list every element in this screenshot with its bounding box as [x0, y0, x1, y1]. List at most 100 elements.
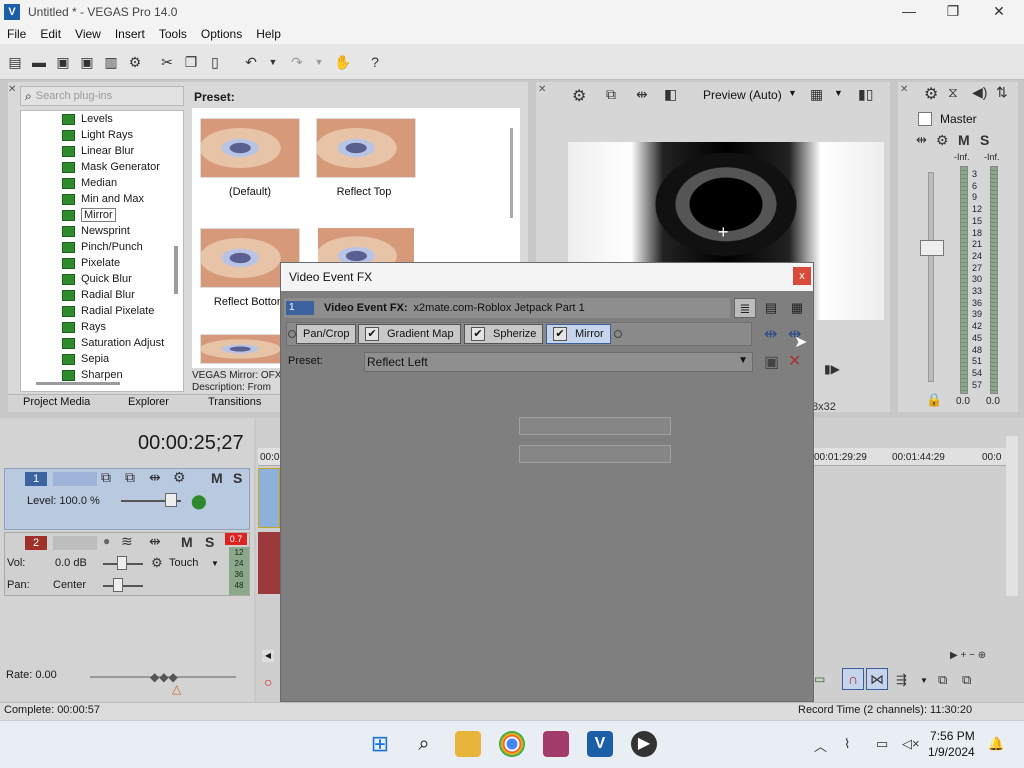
undo-dropdown-icon[interactable]: ▼: [264, 53, 282, 71]
plugin-tree-item[interactable]: Pinch/Punch: [62, 239, 143, 255]
tree-horizontal-scrollbar[interactable]: [36, 382, 120, 385]
save-icon[interactable]: ▣: [54, 53, 72, 71]
automation-gear-icon[interactable]: ⚙: [151, 555, 163, 571]
view-list-icon[interactable]: ≣: [734, 298, 756, 318]
snapping-magnet-icon[interactable]: ∩: [842, 668, 864, 690]
delete-preset-icon[interactable]: ✕: [788, 351, 801, 371]
chain-pan-crop-button[interactable]: Pan/Crop: [296, 324, 357, 344]
split-view-icon[interactable]: ◧: [664, 86, 677, 103]
save-preset-icon[interactable]: ▣: [764, 352, 779, 372]
track-2-mute-button[interactable]: M: [181, 534, 193, 550]
record-button[interactable]: ○: [264, 674, 272, 690]
next-frame-icon[interactable]: ▮▶: [824, 362, 840, 376]
invert-phase-icon[interactable]: ≋: [121, 533, 133, 550]
plugin-tree-item[interactable]: Mask Generator: [62, 159, 160, 175]
plugin-tree-item[interactable]: Sepia: [62, 351, 109, 367]
track-1-solo-button[interactable]: S: [233, 470, 242, 486]
external-monitor-icon[interactable]: ⧉: [606, 86, 616, 103]
master-fader-track[interactable]: [928, 172, 934, 382]
track-2-vol-knob[interactable]: [117, 556, 127, 570]
master-solo-button[interactable]: S: [980, 132, 989, 148]
plugin-tree-item[interactable]: Median: [62, 175, 117, 191]
settings-gear-icon[interactable]: ⚙: [126, 53, 144, 71]
track-2-name-field[interactable]: [53, 536, 97, 550]
plugin-tree-item[interactable]: Min and Max: [62, 191, 144, 207]
menu-view[interactable]: View: [68, 27, 108, 41]
chrome-icon[interactable]: [499, 731, 525, 757]
minimize-button[interactable]: —: [886, 0, 932, 24]
close-button[interactable]: ✕: [976, 0, 1022, 24]
winrar-icon[interactable]: [543, 731, 569, 757]
check-icon[interactable]: ✔: [471, 327, 485, 341]
master-fx-icon[interactable]: ⇹: [916, 132, 927, 148]
chain-spherize-button[interactable]: ✔ Spherize: [464, 324, 544, 344]
copy-icon[interactable]: ❐: [182, 53, 200, 71]
track-settings-gear-icon[interactable]: ⚙: [173, 469, 186, 486]
auto-ripple-chevron-down-icon[interactable]: ▼: [920, 676, 928, 685]
view-grid-icon[interactable]: ▦: [786, 298, 808, 318]
tree-scrollbar[interactable]: [174, 246, 178, 294]
overlays-grid-icon[interactable]: ▦: [810, 86, 823, 103]
loop-icon[interactable]: ▭: [814, 672, 825, 686]
master-fader-knob[interactable]: [920, 240, 944, 256]
view-details-icon[interactable]: ▤: [760, 298, 782, 318]
master-fx-gear-icon[interactable]: ⚙: [936, 132, 949, 149]
plugin-tree-item[interactable]: Pixelate: [62, 255, 120, 271]
plugin-tree-item[interactable]: Linear Blur: [62, 143, 134, 159]
paste-icon[interactable]: ▯: [206, 53, 224, 71]
timeline-zoom-controls[interactable]: ▶ + − ⊕: [950, 650, 1020, 662]
tab-explorer[interactable]: Explorer: [128, 396, 169, 408]
check-icon[interactable]: ✔: [553, 327, 567, 341]
track-2-pan-knob[interactable]: [113, 578, 123, 592]
cut-icon[interactable]: ✂: [158, 53, 176, 71]
menu-help[interactable]: Help: [249, 27, 288, 41]
edit-tool-icon[interactable]: ✋: [334, 53, 352, 71]
record-arm-icon[interactable]: ●: [103, 534, 110, 548]
menu-insert[interactable]: Insert: [108, 27, 152, 41]
preview-close-icon[interactable]: ✕: [538, 84, 546, 95]
file-explorer-icon[interactable]: [455, 731, 481, 757]
split-screen-icon[interactable]: ⇹: [636, 86, 648, 103]
tray-chevron-up-icon[interactable]: ︿: [814, 736, 827, 755]
chevron-down-icon[interactable]: ▼: [738, 355, 748, 366]
dialog-titlebar[interactable]: Video Event FX: [281, 263, 813, 291]
plugin-tree-item[interactable]: Radial Pixelate: [62, 303, 154, 319]
preview-quality-chevron-down-icon[interactable]: ▼: [788, 88, 797, 98]
preset-select[interactable]: Reflect Left ▼: [364, 352, 753, 372]
auto-crossfade-icon[interactable]: ⋈: [866, 668, 888, 690]
undo-icon[interactable]: ↶: [242, 53, 260, 71]
help-icon[interactable]: ?: [366, 53, 384, 71]
master-checkbox[interactable]: [918, 112, 932, 126]
track-1-name-field[interactable]: [53, 472, 97, 486]
plugin-tree-item[interactable]: Saturation Adjust: [62, 335, 164, 351]
open-folder-icon[interactable]: ▬: [30, 53, 48, 71]
speaker-icon[interactable]: ◀): [972, 84, 987, 101]
plugin-search-input[interactable]: ⌕ Search plug-ins: [20, 86, 184, 106]
plugin-tree-item[interactable]: Radial Blur: [62, 287, 135, 303]
lock-envelopes-icon[interactable]: ⧉: [938, 672, 947, 688]
preset-thumbnail-reflect-top[interactable]: [316, 118, 416, 178]
ignore-grouping-icon[interactable]: ⧉: [962, 672, 971, 688]
network-tray-icon[interactable]: ⌇: [844, 736, 850, 752]
plugin-tree-item[interactable]: Levels: [62, 111, 113, 127]
check-icon[interactable]: ✔: [365, 327, 379, 341]
audio-event-clip[interactable]: [258, 532, 280, 594]
plugin-tree-item[interactable]: Newsprint: [62, 223, 130, 239]
menu-file[interactable]: File: [0, 27, 33, 41]
taskbar-clock[interactable]: 7:56 PM 1/9/2024: [928, 728, 975, 760]
dialog-close-button[interactable]: x: [793, 267, 811, 285]
overlays-chevron-down-icon[interactable]: ▼: [834, 88, 843, 98]
redo-icon[interactable]: ↷: [288, 53, 306, 71]
menu-options[interactable]: Options: [194, 27, 249, 41]
redo-dropdown-icon[interactable]: ▼: [310, 53, 328, 71]
snapshot-icon[interactable]: ▮▯: [858, 86, 873, 103]
tab-project-media[interactable]: Project Media: [23, 396, 90, 408]
notifications-bell-icon[interactable]: 🔔: [988, 736, 1004, 752]
track-1-level-knob[interactable]: [165, 493, 177, 507]
master-close-icon[interactable]: ✕: [900, 84, 908, 95]
mixer-settings-icon[interactable]: ⚙: [924, 84, 938, 104]
save-as-icon[interactable]: ▣: [78, 53, 96, 71]
automation-mode[interactable]: Touch: [169, 557, 198, 569]
plugin-chain-icon[interactable]: ⇹: [764, 324, 777, 344]
track-2-solo-button[interactable]: S: [205, 534, 214, 550]
